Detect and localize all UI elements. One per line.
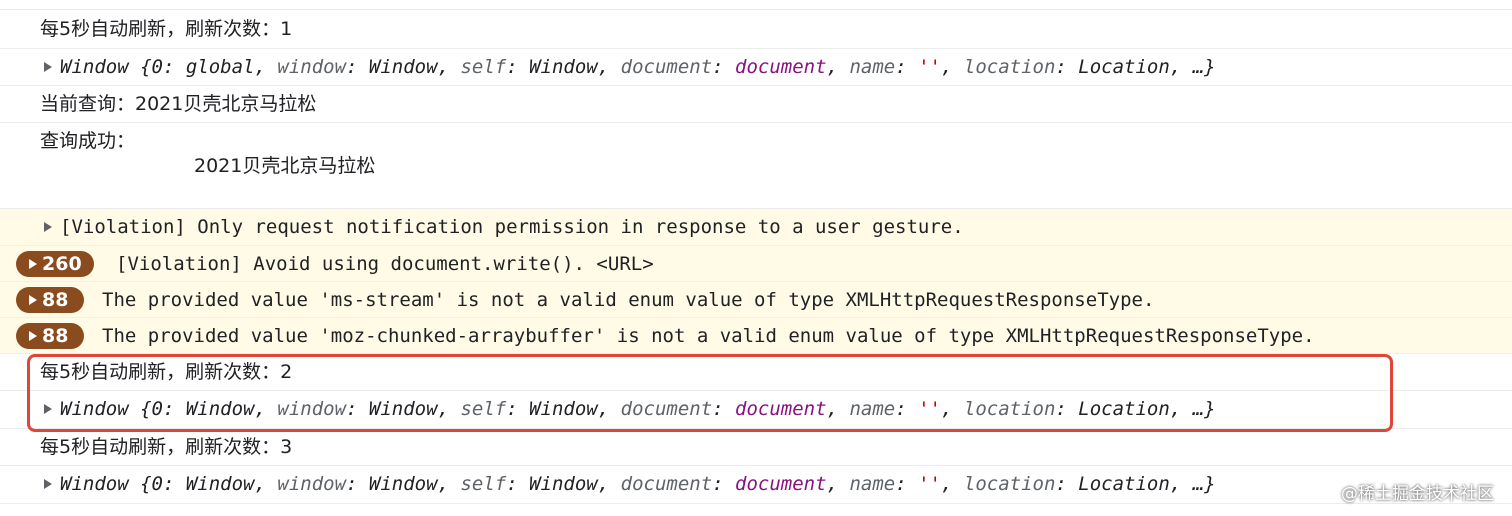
console-log-row: 每5秒自动刷新，刷新次数：3 bbox=[0, 429, 1512, 466]
expand-triangle-icon[interactable] bbox=[44, 479, 52, 489]
log-message: 当前查询：2021贝壳北京马拉松 bbox=[40, 93, 317, 115]
console-row-partial-top bbox=[0, 0, 1512, 10]
log-message: 查询成功： bbox=[40, 130, 136, 152]
warning-message: The provided value 'moz-chunked-arraybuf… bbox=[102, 325, 1315, 347]
expand-triangle-icon bbox=[29, 295, 37, 305]
console-warning-row[interactable]: 260 [Violation] Avoid using document.wri… bbox=[0, 246, 1512, 282]
window-object-preview[interactable]: Window {0: Window, window: Window, self:… bbox=[60, 472, 1216, 496]
expand-triangle-icon bbox=[29, 331, 37, 341]
repeat-count-badge[interactable]: 88 bbox=[16, 323, 84, 349]
warning-message: The provided value 'ms-stream' is not a … bbox=[102, 289, 1155, 311]
warning-message: [Violation] Only request notification pe… bbox=[60, 216, 964, 238]
console-object-row[interactable]: Window {0: Window, window: Window, self:… bbox=[0, 466, 1512, 504]
expand-triangle-icon[interactable] bbox=[44, 222, 52, 232]
log-message-detail: 2021贝壳北京马拉松 bbox=[194, 155, 376, 177]
expand-triangle-icon[interactable] bbox=[44, 62, 52, 72]
console-object-row[interactable]: Window {0: global, window: Window, self:… bbox=[0, 49, 1512, 86]
console-warning-row[interactable]: [Violation] Only request notification pe… bbox=[0, 209, 1512, 246]
log-message: 每5秒自动刷新，刷新次数：3 bbox=[40, 436, 293, 458]
console-warning-row[interactable]: 88 The provided value 'ms-stream' is not… bbox=[0, 282, 1512, 318]
console-warning-row[interactable]: 88 The provided value 'moz-chunked-array… bbox=[0, 318, 1512, 354]
console-row-partial-bottom bbox=[0, 504, 1512, 516]
console-log-row: 查询成功： 2021贝壳北京马拉松 bbox=[0, 123, 1512, 209]
console-log-row: 当前查询：2021贝壳北京马拉松 bbox=[0, 86, 1512, 123]
log-message: 每5秒自动刷新，刷新次数：1 bbox=[40, 18, 293, 40]
window-object-preview[interactable]: Window {0: global, window: Window, self:… bbox=[60, 55, 1216, 79]
repeat-count-badge[interactable]: 88 bbox=[16, 287, 84, 313]
highlight-box bbox=[27, 354, 1393, 432]
warning-message: [Violation] Avoid using document.write()… bbox=[116, 253, 654, 275]
console-log-row: 每5秒自动刷新，刷新次数：1 bbox=[0, 10, 1512, 49]
watermark: @稀土掘金技术社区 bbox=[1341, 484, 1494, 504]
expand-triangle-icon bbox=[29, 259, 37, 269]
repeat-count-badge[interactable]: 260 bbox=[16, 251, 94, 277]
